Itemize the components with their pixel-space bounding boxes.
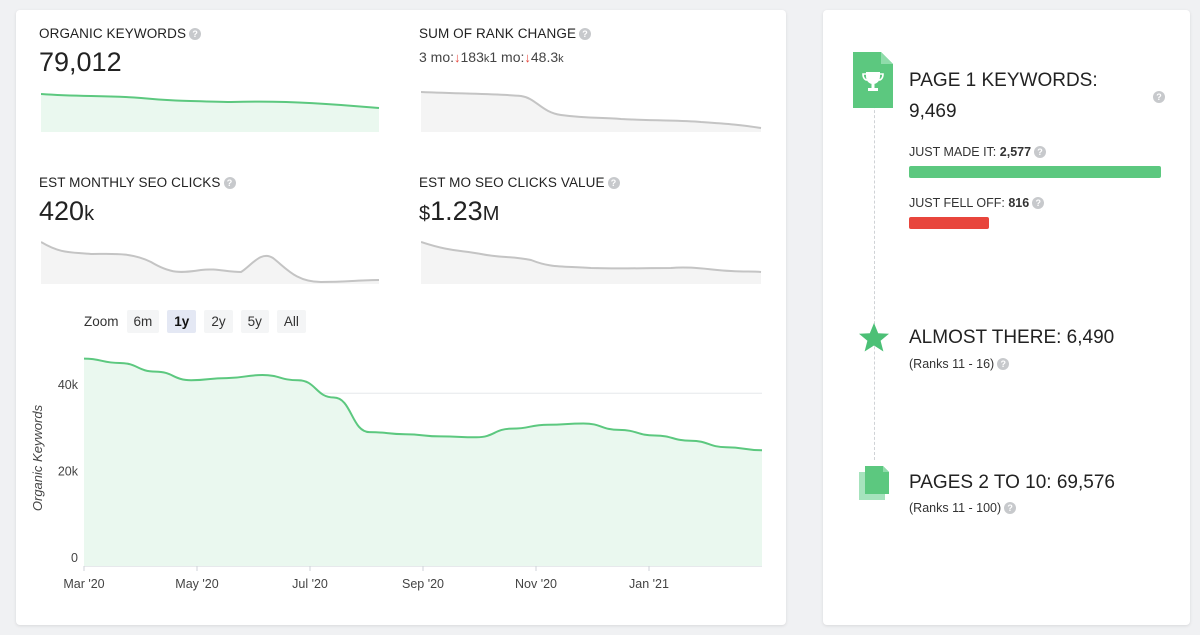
help-icon[interactable]: ? [189,28,202,40]
metric-value: 420 [39,196,85,226]
x-tick-label: May '20 [175,577,218,591]
just-made-it-label: JUST MADE IT: [909,145,997,159]
help-icon[interactable]: ? [997,358,1010,370]
pages-2-10-ranks: (Ranks 11 - 100) [909,501,1002,515]
metric-clicks-value: EST MO SEO CLICKS VALUE? $1.23M [419,175,620,227]
help-icon[interactable]: ? [1034,146,1047,158]
series-area [84,358,762,566]
period-3mo-label: 3 mo: [419,49,455,65]
est-clicks-sparkline [41,241,380,284]
trophy-document-icon [853,52,893,108]
x-tick-label: Jul '20 [292,577,328,591]
just-made-it-bar [909,166,1161,178]
period-1mo-unit: k [558,53,564,65]
pages-icon [859,466,889,500]
rank-change-sparkline [421,91,762,132]
almost-there-ranks: (Ranks 11 - 16) [909,357,995,371]
x-tick-label: Nov '20 [515,577,557,591]
pages-2-10: PAGES 2 TO 10: 69,576 [909,472,1115,494]
just-fell-off-label: JUST FELL OFF: [909,196,1005,210]
period-3mo-value: 183 [460,49,484,65]
pages-2-10-value: 69,576 [1056,472,1115,493]
zoom-1y-button[interactable]: 1y [167,310,197,333]
y-tick-label: 0 [71,551,78,565]
period-1mo-value: 48.3 [530,49,559,65]
metric-label: EST MO SEO CLICKS VALUE [419,175,605,190]
metric-value: 79,012 [39,47,122,77]
help-icon[interactable]: ? [607,177,620,189]
x-tick-label: Jan '21 [629,577,669,591]
almost-there-label: ALMOST THERE: [909,327,1062,348]
just-made-it: JUST MADE IT: 2,577? [909,145,1047,159]
metric-est-clicks: EST MONTHLY SEO CLICKS? 420k [39,175,236,227]
almost-there-value: 6,490 [1066,327,1115,348]
zoom-label: Zoom [84,314,119,329]
metric-organic-keywords: ORGANIC KEYWORDS? 79,012 [39,26,202,78]
metric-unit: k [84,203,95,225]
zoom-6m-button[interactable]: 6m [126,310,160,333]
just-fell-off-value: 816 [1008,196,1030,210]
organic-keywords-sparkline [41,93,380,132]
metric-rank-change: SUM OF RANK CHANGE? 3 mo:↓183k1 mo:↓48.3… [419,26,592,65]
help-icon[interactable]: ? [1153,91,1165,103]
clicks-value-sparkline [421,241,762,284]
y-axis-label: Organic Keywords [30,404,45,511]
period-1mo-label: 1 mo: [489,49,525,65]
help-icon[interactable]: ? [579,28,592,40]
page1-keywords-label: PAGE 1 KEYWORDS: [909,70,1098,91]
metric-unit: M [482,203,500,225]
keyword-rankings-card: PAGE 1 KEYWORDS: 9,469 ? JUST MADE IT: 2… [823,10,1190,625]
star-icon [859,323,889,352]
just-made-it-value: 2,577 [999,145,1032,159]
x-tick-label: Sep '20 [402,577,444,591]
seo-overview-card: ORGANIC KEYWORDS? 79,012 SUM OF RANK CHA… [16,10,786,625]
y-tick-label: 40k [58,378,79,392]
metric-label: ORGANIC KEYWORDS [39,26,187,41]
rank-change-values: 3 mo:↓183k1 mo:↓48.3k [419,49,591,65]
help-icon[interactable]: ? [1032,197,1045,209]
just-fell-off-bar [909,217,989,229]
zoom-all-button[interactable]: All [276,310,306,333]
zoom-selector: Zoom 6m 1y 2y 5y All [84,310,306,333]
help-icon[interactable]: ? [1004,502,1017,514]
timeline-divider [874,80,875,460]
pages-2-10-label: PAGES 2 TO 10: [909,472,1052,493]
metric-label: SUM OF RANK CHANGE [419,26,577,41]
zoom-2y-button[interactable]: 2y [204,310,233,333]
help-icon[interactable]: ? [223,177,236,189]
metric-label: EST MONTHLY SEO CLICKS [39,175,221,190]
zoom-5y-button[interactable]: 5y [240,310,269,333]
page1-keywords-value: 9,469 [909,101,957,122]
y-tick-label: 20k [58,465,79,479]
almost-there: ALMOST THERE: 6,490 [909,327,1114,349]
organic-keywords-chart: 0 20k 40k Mar '20 May '20 Jul '20 Sep '20 Nov '… [30,357,763,591]
metric-value: 1.23 [430,196,483,226]
currency-symbol: $ [419,203,431,225]
just-fell-off: JUST FELL OFF: 816? [909,196,1045,210]
x-tick-label: Mar '20 [63,577,104,591]
